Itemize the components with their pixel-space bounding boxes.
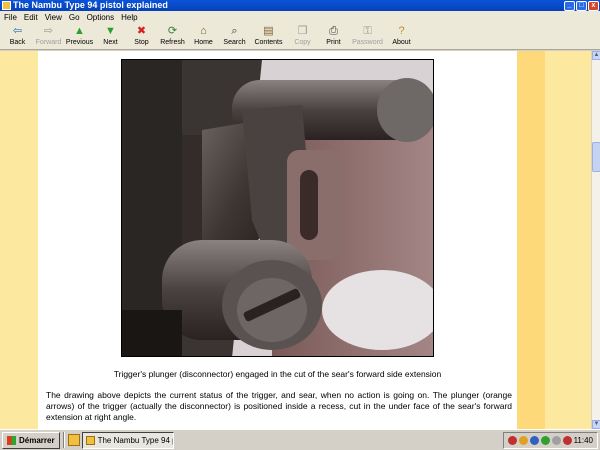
vertical-scrollbar[interactable]: ▲ ▼ xyxy=(591,51,600,429)
toolbar: ⇦ Back ⇨ Forward ▲ Previous ▼ Next ✖ Stop ⟳ Refresh… xyxy=(0,23,600,50)
refresh-icon: ⟳ xyxy=(167,25,178,37)
toolbar-button-label: Refresh xyxy=(160,39,185,46)
menu-bar: File Edit View Go Options Help xyxy=(0,11,600,23)
toolbar-copy-button[interactable]: ❐ Copy xyxy=(287,23,318,50)
search-icon: ⌕ xyxy=(231,25,238,37)
mechanism-photo xyxy=(121,59,434,357)
minimize-button[interactable]: _ xyxy=(564,0,575,11)
tray-icon[interactable] xyxy=(551,435,561,445)
toolbar-button-label: Back xyxy=(9,39,26,46)
tray-icon[interactable] xyxy=(518,435,528,445)
content-viewport: Trigger's plunger (disconnector) engaged… xyxy=(0,51,591,429)
tray-icon[interactable] xyxy=(507,435,517,445)
window-title: The Nambu Type 94 pistol explained xyxy=(13,0,168,10)
menu-go[interactable]: Go xyxy=(69,13,80,22)
stop-icon: ✖ xyxy=(136,25,147,37)
page-body: Trigger's plunger (disconnector) engaged… xyxy=(38,51,517,429)
toolbar-button-label: Stop xyxy=(134,39,149,46)
password-icon: ⚿ xyxy=(363,25,372,37)
toolbar-button-label: Copy xyxy=(294,39,311,46)
toolbar-about-button[interactable]: ? About xyxy=(386,23,417,50)
body-paragraph: The drawing above depicts the current st… xyxy=(46,390,512,422)
about-icon: ? xyxy=(398,25,405,37)
scroll-down-button[interactable]: ▼ xyxy=(592,420,600,429)
scroll-up-button[interactable]: ▲ xyxy=(592,51,600,60)
menu-options[interactable]: Options xyxy=(87,13,115,22)
menu-help[interactable]: Help xyxy=(121,13,137,22)
toolbar-refresh-button[interactable]: ⟳ Refresh xyxy=(157,23,188,50)
menu-file[interactable]: File xyxy=(4,13,17,22)
mechanism-photo-drawing xyxy=(122,60,433,356)
toolbar-button-label: Forward xyxy=(35,39,62,46)
taskbar-window-button[interactable]: The Nambu Type 94 pi... xyxy=(81,431,174,449)
contents-icon: ▤ xyxy=(263,25,274,37)
toolbar-button-label: About xyxy=(392,39,411,46)
toolbar-button-label: Previous xyxy=(65,39,94,46)
toolbar-next-button[interactable]: ▼ Next xyxy=(95,23,126,50)
scroll-thumb[interactable] xyxy=(592,142,600,172)
start-label: Démarrer xyxy=(19,435,55,445)
system-tray: 11:40 xyxy=(502,431,598,449)
toolbar-home-button[interactable]: ⌂ Home xyxy=(188,23,219,50)
maximize-button[interactable]: □ xyxy=(576,0,587,11)
down-arrow-icon: ▼ xyxy=(105,25,116,37)
menu-edit[interactable]: Edit xyxy=(24,13,38,22)
print-icon: ⎙ xyxy=(329,25,338,37)
toolbar-previous-button[interactable]: ▲ Previous xyxy=(64,23,95,50)
forward-arrow-icon: ⇨ xyxy=(43,25,54,37)
taskbar-separator xyxy=(62,432,65,448)
taskbar-window-label: The Nambu Type 94 pi... xyxy=(97,435,173,445)
toolbar-button-label: Password xyxy=(352,39,383,46)
toolbar-password-button[interactable]: ⚿ Password xyxy=(349,23,386,50)
help-window-icon xyxy=(85,435,95,445)
toolbar-contents-button[interactable]: ▤ Contents xyxy=(250,23,287,50)
app-icon xyxy=(2,1,11,10)
tray-icon[interactable] xyxy=(540,435,550,445)
copy-icon: ❐ xyxy=(297,25,308,37)
quick-launch-icon[interactable] xyxy=(67,434,80,446)
toolbar-stop-button[interactable]: ✖ Stop xyxy=(126,23,157,50)
title-bar: The Nambu Type 94 pistol explained _ □ x xyxy=(0,0,600,11)
windows-logo-icon xyxy=(7,435,16,445)
clock[interactable]: 11:40 xyxy=(574,436,593,445)
toolbar-search-button[interactable]: ⌕ Search xyxy=(219,23,250,50)
toolbar-button-label: Home xyxy=(194,39,213,46)
menu-view[interactable]: View xyxy=(45,13,62,22)
photo-caption: Trigger's plunger (disconnector) engaged… xyxy=(113,369,442,379)
toolbar-print-button[interactable]: ⎙ Print xyxy=(318,23,349,50)
left-margin xyxy=(0,51,38,429)
toolbar-button-label: Contents xyxy=(254,39,283,46)
toolbar-back-button[interactable]: ⇦ Back xyxy=(2,23,33,50)
toolbar-forward-button[interactable]: ⇨ Forward xyxy=(33,23,64,50)
toolbar-button-label: Print xyxy=(326,39,341,46)
back-arrow-icon: ⇦ xyxy=(12,25,23,37)
up-arrow-icon: ▲ xyxy=(74,25,85,37)
right-margin xyxy=(517,51,591,429)
toolbar-button-label: Search xyxy=(223,39,246,46)
right-margin-stripe xyxy=(517,51,545,429)
home-icon: ⌂ xyxy=(200,25,207,37)
toolbar-button-label: Next xyxy=(103,39,118,46)
tray-icon[interactable] xyxy=(562,435,572,445)
taskbar: Démarrer The Nambu Type 94 pi... 11:40 xyxy=(0,429,600,450)
tray-icon[interactable] xyxy=(529,435,539,445)
close-button[interactable]: x xyxy=(588,0,599,11)
start-button[interactable]: Démarrer xyxy=(2,431,60,449)
